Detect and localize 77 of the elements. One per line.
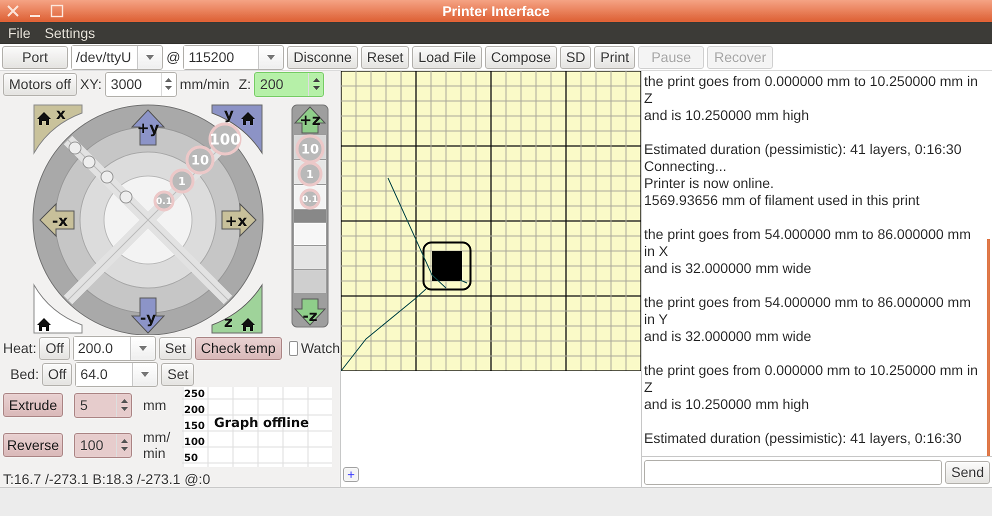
maximize-icon[interactable] — [50, 4, 64, 18]
spin-arrows-icon — [120, 438, 128, 452]
log-line: and is 32.000000 mm wide — [644, 328, 812, 345]
dropdown-arrow-icon — [267, 54, 276, 60]
heater-off-button[interactable]: Off — [42, 362, 72, 386]
home-all-button[interactable] — [34, 284, 82, 334]
part-square — [432, 251, 462, 281]
log-line: Estimated duration (pessimistic): 41 layers, 0:16:30 — [644, 141, 962, 158]
log-line: Connecting... — [644, 158, 728, 175]
log-line: Printer is now online. — [644, 175, 775, 192]
dropdown-arrow-icon — [146, 54, 154, 60]
temperature-combo[interactable]: 64.0 — [75, 362, 158, 386]
z-label: Z: — [238, 76, 252, 92]
log-line: and is 32.000000 mm wide — [644, 260, 812, 277]
close-icon[interactable] — [6, 4, 20, 18]
axis-tick-label: 50 — [184, 453, 198, 464]
xy-label: XY: — [80, 76, 102, 92]
at-label: @ — [166, 49, 180, 65]
jog-minus-z-button[interactable]: -z — [294, 298, 326, 326]
extrude-button[interactable]: Extrude — [3, 393, 63, 418]
jog-plus-x-button[interactable]: +x — [222, 202, 257, 238]
home-x-button[interactable]: x — [34, 104, 82, 154]
toolbar-button[interactable]: Compose — [485, 46, 557, 68]
temperature-status-text: T:16.7 /-273.1 B:18.3 /-273.1 @:0 — [2, 470, 212, 487]
watch-label: Watch — [300, 340, 340, 356]
dropdown-arrow-icon — [138, 346, 147, 350]
spin-arrows-icon — [165, 77, 172, 91]
port-button[interactable]: Port — [2, 46, 68, 68]
baud-combo[interactable]: 115200 — [183, 44, 284, 70]
graph-status-text: Graph offline — [214, 416, 309, 431]
extrude-spinbox[interactable]: 5 — [74, 392, 132, 418]
reverse-spinbox[interactable]: 100 — [74, 432, 132, 458]
unit-label: mm — [143, 397, 168, 414]
z-feed-spinbox[interactable]: 200 — [254, 72, 324, 96]
heater-off-button[interactable]: Off — [39, 336, 70, 360]
toolbar-button[interactable]: Disconne — [287, 46, 358, 68]
log-line: and is 10.250000 mm high — [644, 107, 810, 124]
jog-minus-y-button[interactable]: -y — [130, 298, 166, 334]
toolbar-button[interactable]: Reset — [360, 46, 410, 68]
command-input-field[interactable] — [644, 460, 942, 484]
menu-item[interactable]: Settings — [44, 25, 96, 41]
toolbar-button[interactable]: Load File — [412, 46, 482, 68]
heater-label: Heat: — [3, 340, 36, 356]
part-outline — [422, 242, 472, 290]
temperature-combo[interactable]: 200.0 — [72, 336, 156, 360]
set-temperature-button[interactable]: Set — [158, 336, 192, 360]
menu-item[interactable]: File — [8, 25, 31, 41]
check-temp-button[interactable]: Check temp — [194, 336, 282, 360]
spin-arrows-icon — [120, 398, 128, 412]
xy-feed-spinbox[interactable]: 3000 — [104, 72, 177, 96]
jog-plus-y-button[interactable]: +y — [130, 109, 166, 146]
toolbar-button[interactable]: SD — [560, 46, 592, 68]
watch-checkbox[interactable] — [288, 340, 298, 356]
log-line: and is 10.250000 mm high — [644, 396, 810, 413]
axis-tick-label: 150 — [184, 421, 205, 432]
dropdown-arrow-icon — [141, 372, 150, 376]
send-button[interactable]: Send — [945, 460, 990, 484]
home-z-button[interactable]: z — [212, 284, 262, 334]
window-title: Printer Interface — [442, 3, 550, 19]
port-combo[interactable]: /dev/ttyU — [71, 44, 164, 70]
reverse-button[interactable]: Reverse — [3, 433, 63, 458]
log-line: Estimated duration (pessimistic): 41 layers, 0:16:30 — [644, 430, 962, 447]
feed-unit-label: mm/min — [180, 76, 230, 92]
zoom-in-button[interactable]: + — [343, 467, 359, 482]
axis-tick-label: 200 — [184, 405, 205, 416]
scrollbar[interactable] — [987, 239, 990, 456]
log-line: 1569.93656 mm of filament used in this print — [644, 192, 920, 209]
unit-label: mm/ min — [143, 429, 172, 462]
axis-tick-label: 100 — [184, 437, 205, 448]
jog-minus-x-button[interactable]: -x — [39, 202, 74, 238]
spin-arrows-icon — [312, 77, 320, 91]
motors-off-button[interactable]: Motors off — [3, 72, 77, 96]
axis-tick-label: 250 — [184, 389, 205, 400]
set-temperature-button[interactable]: Set — [161, 362, 194, 386]
toolbar-button[interactable]: Print — [594, 46, 636, 68]
jog-plus-z-button[interactable]: +z — [294, 106, 326, 134]
heater-label: Bed: — [9, 366, 39, 382]
